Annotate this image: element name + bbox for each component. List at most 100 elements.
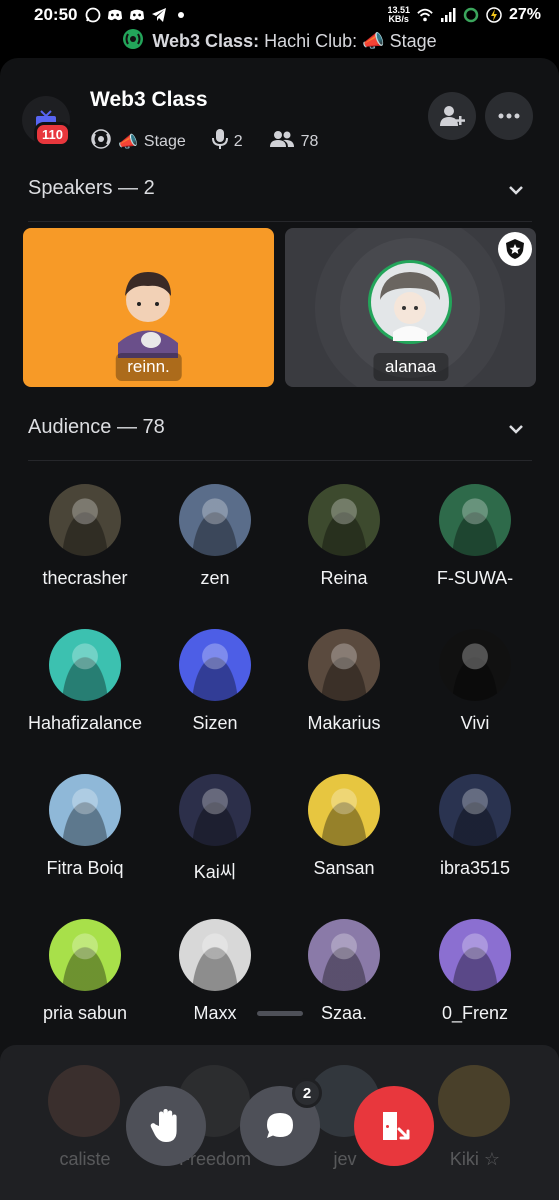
drag-handle[interactable] — [257, 1011, 303, 1016]
battery-percent: 27% — [508, 6, 541, 23]
banner-stage-label: Stage — [389, 30, 437, 51]
hidden-avatar — [438, 1065, 510, 1137]
audience-member[interactable]: Hahafizalance — [20, 629, 150, 734]
divider — [28, 221, 532, 222]
more-icon — [498, 113, 520, 119]
microphone-icon — [211, 128, 228, 155]
audience-member[interactable]: Sizen — [150, 629, 280, 734]
telegram-icon — [151, 7, 167, 23]
discord-icon — [107, 7, 123, 23]
add-member-icon — [440, 106, 465, 126]
banner-server: Web3 Class: — [152, 30, 260, 51]
stage-live-icon — [122, 28, 144, 55]
discord-icon — [129, 7, 145, 23]
banner-channel: Hachi Club: — [264, 30, 358, 51]
signal-icon — [440, 7, 456, 23]
audience-member-name: thecrasher — [42, 568, 128, 588]
leave-icon — [383, 1112, 410, 1140]
stage-title: Web3 Class — [90, 88, 208, 111]
notification-badge: 110 — [34, 122, 71, 147]
avatar — [439, 484, 511, 556]
audience-member-name: zen — [200, 568, 230, 588]
audience-member-name: Makarius — [307, 713, 381, 733]
chevron-down-icon[interactable] — [507, 420, 525, 438]
audience-member[interactable]: Reina — [279, 484, 409, 589]
avatar — [179, 484, 251, 556]
audience-member[interactable]: zen — [150, 484, 280, 589]
audience-member[interactable]: Vivi — [410, 629, 540, 734]
audience-member-name: Fitra Boiq — [46, 858, 124, 878]
raise-hand-icon — [150, 1109, 177, 1142]
audience-member[interactable]: thecrasher — [20, 484, 150, 589]
avatar — [49, 484, 121, 556]
stage-label: Stage — [143, 132, 186, 150]
audience-member-name: pria sabun — [42, 1003, 128, 1023]
speaker-name: alanaa — [372, 353, 449, 381]
speaker-count: 2 — [233, 132, 243, 150]
chat-button[interactable]: 2 — [240, 1078, 322, 1166]
avatar — [49, 919, 121, 991]
audience-member[interactable]: Maxx — [150, 919, 280, 1024]
avatar — [308, 629, 380, 701]
audience-member[interactable]: 0_Frenz — [410, 919, 540, 1024]
stage-meta: 📣 Stage 2 78 — [90, 128, 318, 155]
audience-member-name: 0_Frenz — [441, 1003, 509, 1023]
audience-member[interactable]: Kai씨 — [150, 774, 280, 884]
clock: 20:50 — [34, 5, 78, 24]
audience-member[interactable]: Makarius — [279, 629, 409, 734]
stage-header: 110 Web3 Class 📣 Stage 2 78 — [22, 88, 542, 162]
leave-stage-button[interactable] — [354, 1086, 434, 1166]
chat-icon — [267, 1113, 293, 1138]
whatsapp-icon — [85, 7, 101, 23]
audience-member[interactable]: pria sabun — [20, 919, 150, 1024]
dot-icon — [173, 7, 189, 23]
megaphone-icon: 📣 — [118, 133, 138, 151]
stage-icon — [90, 128, 112, 155]
audience-member-name: Vivi — [460, 713, 490, 733]
members-icon — [269, 130, 295, 153]
more-options-button[interactable] — [485, 92, 533, 140]
audience-member-name: Hahafizalance — [27, 713, 143, 733]
moderator-icon — [498, 232, 532, 266]
avatar — [49, 774, 121, 846]
unread-badge: 2 — [292, 1078, 322, 1108]
battery-charging-icon — [486, 7, 502, 23]
audience-member[interactable]: Szaa. — [279, 919, 409, 1024]
audience-member-name: Kai씨 — [193, 862, 237, 882]
avatar — [179, 629, 251, 701]
audience-member-name: Sizen — [192, 713, 238, 733]
server-icon[interactable]: 110 — [22, 96, 71, 147]
net-speed: 13.51 KB/s — [387, 6, 410, 24]
hidden-avatar — [48, 1065, 120, 1137]
notification-icons — [85, 7, 189, 23]
raise-hand-button[interactable] — [126, 1086, 206, 1166]
avatar — [179, 774, 251, 846]
speaker-name: reinn. — [115, 353, 182, 381]
banner-text: Web3 Class: Hachi Club: 📣 Stage — [152, 31, 436, 52]
avatar — [308, 484, 380, 556]
hidden-member-name: Kiki ☆ — [449, 1149, 501, 1169]
audience-member-name: ibra3515 — [439, 858, 511, 878]
wifi-icon — [417, 7, 433, 23]
speakers-heading: Speakers — 2 — [28, 177, 155, 199]
audience-member[interactable]: F-SUWA- — [410, 484, 540, 589]
speaker-tile[interactable]: reinn. — [23, 228, 274, 387]
hidden-member-name: caliste — [59, 1149, 111, 1169]
audience-member[interactable]: Sansan — [279, 774, 409, 879]
speaker-tile[interactable]: alanaa — [285, 228, 536, 387]
audience-member[interactable]: Fitra Boiq — [20, 774, 150, 879]
member-count: 78 — [300, 132, 319, 150]
avatar — [439, 919, 511, 991]
audience-member[interactable]: ibra3515 — [410, 774, 540, 879]
status-bar: 20:50 13.51 KB/s 27% — [0, 0, 559, 30]
avatar — [439, 629, 511, 701]
audience-heading: Audience — 78 — [28, 416, 165, 438]
avatar — [439, 774, 511, 846]
megaphone-icon: 📣 — [362, 30, 385, 51]
sync-icon — [463, 7, 479, 23]
avatar — [49, 629, 121, 701]
invite-button[interactable] — [428, 92, 476, 140]
ongoing-stage-banner[interactable]: Web3 Class: Hachi Club: 📣 Stage — [0, 28, 559, 54]
chevron-down-icon[interactable] — [507, 181, 525, 199]
avatar — [179, 919, 251, 991]
